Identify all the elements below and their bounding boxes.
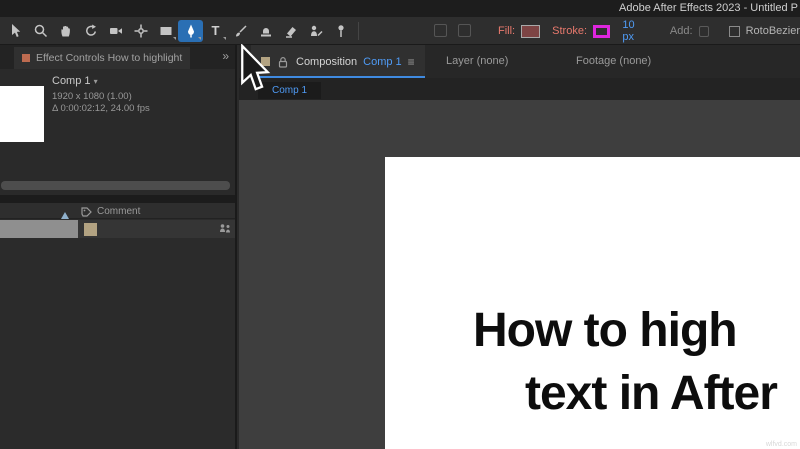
comp-name-row[interactable]: Comp 1 ▾: [52, 75, 98, 87]
shape-tool-dropdown-icon: [173, 36, 176, 40]
disabled-icon: [458, 24, 471, 37]
stroke-label[interactable]: Stroke:: [552, 25, 587, 37]
layer-cell[interactable]: [0, 220, 78, 238]
horizontal-scrollbar[interactable]: [1, 181, 230, 190]
text-tool-icon: T: [211, 23, 220, 38]
toolbar: T Fill: Stroke: 10 px Add: RotoBezier: [0, 17, 800, 45]
pen-tool-dropdown-icon: [198, 36, 201, 40]
viewer-tab-strip: Comp 1: [239, 78, 800, 100]
composition-tab[interactable]: Composition Comp 1 ≡: [251, 45, 425, 78]
canvas-text-line-1: How to high: [473, 304, 738, 357]
left-panel: Effect Controls How to highlight » Comp …: [0, 45, 237, 449]
comp-thumbnail: [0, 86, 44, 142]
eraser-tool[interactable]: [278, 20, 303, 42]
add-label: Add:: [669, 25, 693, 37]
selection-tool[interactable]: [3, 20, 28, 42]
brush-tool[interactable]: [228, 20, 253, 42]
hamburger-menu-icon[interactable]: ≡: [408, 55, 415, 69]
panel-icon: [22, 54, 30, 62]
mouse-cursor-icon: [238, 43, 272, 101]
rotobezier-label: RotoBezier: [745, 25, 800, 37]
lock-icon[interactable]: [276, 55, 290, 69]
pan-behind-tool[interactable]: [128, 20, 153, 42]
effect-controls-tab-label: Effect Controls How to highlight: [36, 52, 183, 64]
panel-menu-chevrons[interactable]: »: [222, 49, 229, 63]
toolbar-dimmed-icons: [434, 24, 471, 37]
toolbar-separator: [358, 21, 359, 40]
effect-controls-tab[interactable]: Effect Controls How to highlight: [14, 47, 191, 69]
viewer-tab-bar: Composition Comp 1 ≡ Layer (none) Footag…: [239, 45, 800, 78]
title-bar: Adobe After Effects 2023 - Untitled P: [0, 0, 800, 17]
comp-name: Comp 1: [52, 75, 91, 87]
rotobezier-checkbox[interactable]: [729, 25, 740, 37]
canvas-text-line-2: text in After: [525, 367, 778, 420]
shape-tool[interactable]: [153, 20, 178, 42]
effect-controls-header: Effect Controls How to highlight »: [0, 45, 235, 69]
zoom-tool[interactable]: [28, 20, 53, 42]
app-window: Adobe After Effects 2023 - Untitled P T …: [0, 0, 800, 449]
panel-divider[interactable]: [0, 195, 235, 203]
add-icon[interactable]: [698, 25, 710, 37]
layer-tab[interactable]: Layer (none): [446, 55, 508, 67]
hand-tool[interactable]: [53, 20, 78, 42]
fill-color-swatch[interactable]: [521, 24, 541, 38]
composition-canvas[interactable]: How to high text in After: [385, 157, 800, 449]
timeline-panel: Comment: [0, 203, 235, 449]
label-color-swatch[interactable]: [84, 223, 97, 236]
comment-column-header[interactable]: Comment: [97, 206, 140, 217]
text-tool[interactable]: T: [203, 20, 228, 42]
window-title: Adobe After Effects 2023 - Untitled P: [619, 2, 798, 14]
comp-duration: Δ 0:00:02:12, 24.00 fps: [52, 103, 150, 114]
clone-stamp-tool[interactable]: [253, 20, 278, 42]
composition-tab-label: Composition: [296, 55, 358, 68]
composition-panel: Composition Comp 1 ≡ Layer (none) Footag…: [239, 45, 800, 449]
timeline-column-headers: Comment: [0, 203, 235, 219]
comp-resolution: 1920 x 1080 (1.00): [52, 91, 132, 102]
chevron-down-icon: ▾: [93, 77, 98, 86]
watermark: wlfvd.com: [765, 441, 797, 448]
rotate-tool[interactable]: [78, 20, 103, 42]
stroke-color-swatch[interactable]: [593, 24, 611, 38]
camera-tool[interactable]: [103, 20, 128, 42]
text-tool-dropdown-icon: [223, 36, 226, 40]
tool-options: Fill: Stroke: 10 px Add: RotoBezier: [498, 17, 800, 45]
disabled-icon: [434, 24, 447, 37]
composition-tab-comp-name: Comp 1: [363, 55, 402, 68]
puppet-pin-tool[interactable]: [328, 20, 353, 42]
timeline-row[interactable]: [0, 220, 235, 238]
pen-tool[interactable]: [178, 19, 203, 42]
roto-brush-tool[interactable]: [303, 20, 328, 42]
stroke-width-value[interactable]: 10 px: [622, 19, 648, 43]
footage-tab[interactable]: Footage (none): [576, 55, 651, 67]
viewer-area[interactable]: How to high text in After wlfvd.com: [239, 100, 800, 449]
parent-link-icon[interactable]: [218, 222, 232, 240]
fill-label[interactable]: Fill:: [498, 25, 515, 37]
